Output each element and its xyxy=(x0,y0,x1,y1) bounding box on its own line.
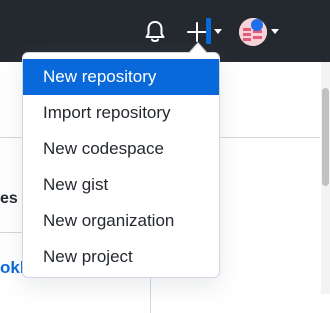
chevron-down-icon xyxy=(214,29,222,34)
menu-item-new-gist[interactable]: New gist xyxy=(23,167,219,203)
menu-item-new-project[interactable]: New project xyxy=(23,239,219,275)
user-avatar[interactable] xyxy=(239,18,267,46)
chevron-down-icon xyxy=(271,29,279,34)
scrollbar-thumb[interactable] xyxy=(322,88,329,186)
menu-pointer-fill xyxy=(190,44,206,53)
bell-icon[interactable] xyxy=(144,20,166,44)
plus-icon xyxy=(187,22,207,42)
menu-list: New repository Import repository New cod… xyxy=(23,59,219,275)
menu-item-new-repository[interactable]: New repository xyxy=(23,59,219,95)
menu-item-import-repository[interactable]: Import repository xyxy=(23,95,219,131)
create-dropdown-menu: New repository Import repository New cod… xyxy=(22,52,220,278)
background-heading-bold: es xyxy=(0,190,18,207)
focus-indicator xyxy=(206,18,211,44)
avatar-identicon xyxy=(239,18,267,46)
menu-item-new-organization[interactable]: New organization xyxy=(23,203,219,239)
menu-item-new-codespace[interactable]: New codespace xyxy=(23,131,219,167)
